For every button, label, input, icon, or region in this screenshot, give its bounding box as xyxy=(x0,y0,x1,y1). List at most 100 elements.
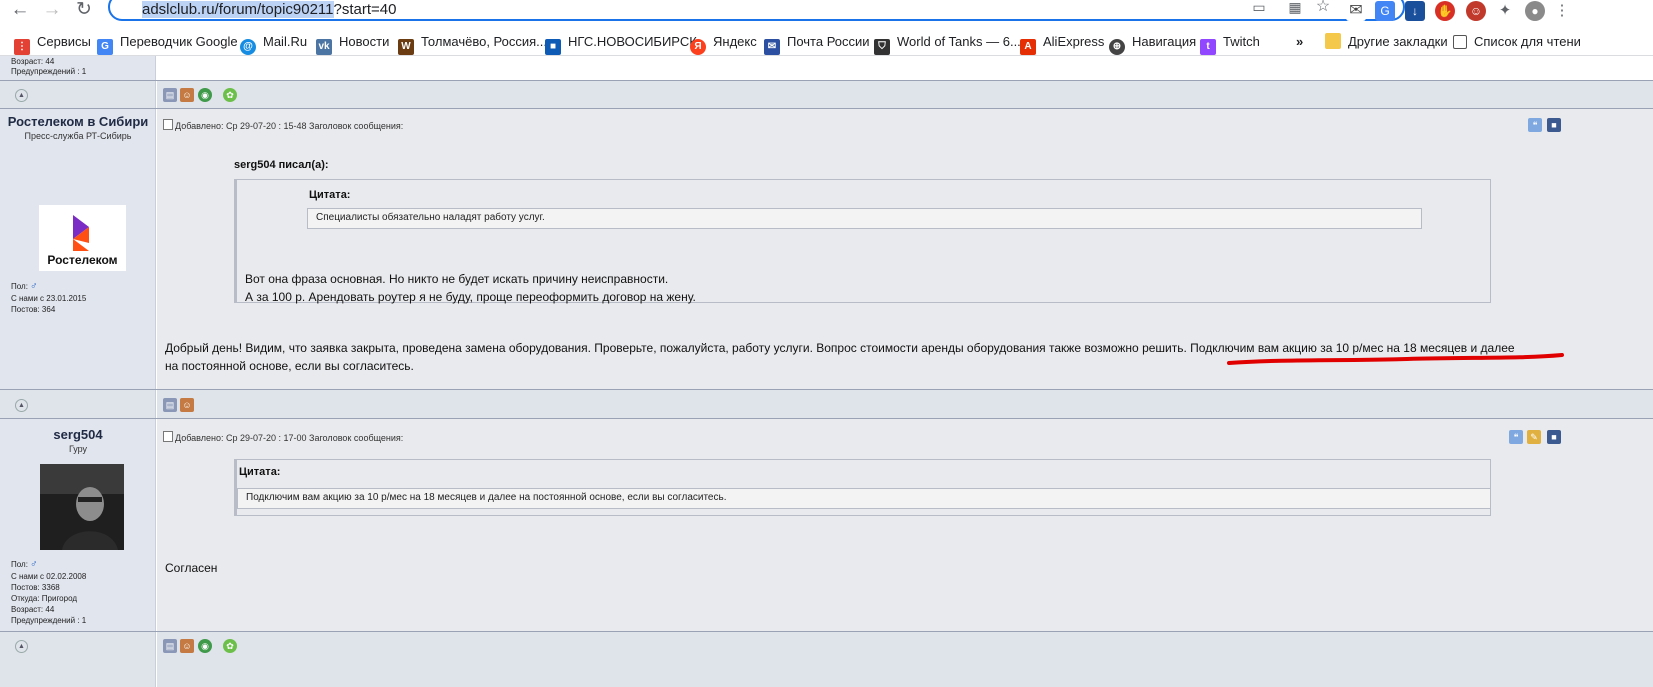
author-age: Возраст: 44 xyxy=(11,605,55,614)
post-author-panel: Ростелеком в Сибири Пресс-служба РТ-Сиби… xyxy=(0,109,156,389)
nested-quote: Специалисты обязательно наладят работу у… xyxy=(307,208,1422,229)
adblock-icon[interactable]: ✋ xyxy=(1435,1,1455,21)
url-highlighted: adslclub.ru/forum/topic90211 xyxy=(142,1,334,18)
weather-icon: W xyxy=(398,39,414,55)
back-to-top-icon[interactable]: ▲ xyxy=(15,89,28,102)
avatar xyxy=(40,464,124,550)
profile-card-icon[interactable]: ▤ xyxy=(163,88,177,102)
profile-card-icon[interactable]: ▤ xyxy=(163,639,177,653)
avatar: Ростелеком xyxy=(39,205,126,271)
icq-icon[interactable]: ✿ xyxy=(223,88,237,102)
quote-block: Цитата: Специалисты обязательно наладят … xyxy=(234,179,1491,304)
url-text[interactable]: adslclub.ru/forum/topic90211?start=40 xyxy=(142,1,396,18)
private-message-icon[interactable]: ☺ xyxy=(180,88,194,102)
website-icon[interactable]: ◉ xyxy=(198,88,212,102)
bookmark-weather[interactable]: W Толмачёво, Россия... xyxy=(398,32,547,55)
forward-arrow-icon[interactable]: → xyxy=(40,0,64,22)
address-bar[interactable]: adslclub.ru/forum/topic90211?start=40 ▭ … xyxy=(108,0,1405,21)
quote-reply-icon[interactable]: ❝ xyxy=(1528,118,1542,132)
forum-page: Возраст: 44 Предупреждений : 1 ▲ ▤ ☺ ◉ ✿… xyxy=(0,56,1653,687)
post-meta: Добавлено: Ср 29-07-20 : 15-48 Заголовок… xyxy=(163,119,403,131)
profile-card-icon[interactable]: ▤ xyxy=(163,398,177,412)
url-rest: ?start=40 xyxy=(333,1,397,18)
male-icon: ♂ xyxy=(30,281,38,292)
author-rank: Пресс-служба РТ-Сибирь xyxy=(24,131,132,141)
icq-icon[interactable]: ✿ xyxy=(223,639,237,653)
back-to-top-icon[interactable]: ▲ xyxy=(15,399,28,412)
mailru-icon: @ xyxy=(240,39,256,55)
post-actions-bar: ▤ ☺ ◉ ✿ xyxy=(157,81,1653,108)
bar-left: ▲ xyxy=(0,81,156,108)
quote-reply-icon[interactable]: ❝ xyxy=(1509,430,1523,444)
edit-post-icon[interactable]: ✎ xyxy=(1527,430,1541,444)
post-actions-bar: ▤ ☺ xyxy=(157,390,1653,418)
menu-dots-icon[interactable]: ⋮ xyxy=(1552,1,1572,21)
post-icon xyxy=(163,119,173,130)
post-body: Согласен xyxy=(165,561,218,575)
bar-left: ▲ xyxy=(0,632,156,687)
extensions-puzzle-icon[interactable]: ✦ xyxy=(1495,1,1515,21)
back-arrow-icon[interactable]: ← xyxy=(8,0,32,22)
reading-list[interactable]: Список для чтени xyxy=(1453,32,1581,52)
download-icon[interactable]: ↓ xyxy=(1405,1,1425,21)
author-name[interactable]: Ростелеком в Сибири xyxy=(0,114,156,129)
previous-user-info: Возраст: 44 Предупреждений : 1 xyxy=(0,56,156,80)
spy-extension-icon[interactable]: ☺ xyxy=(1466,1,1486,21)
bookmark-services[interactable]: ⋮ Сервисы xyxy=(14,32,91,55)
bookmark-world-of-tanks[interactable]: ⛉ World of Tanks — 6... xyxy=(874,32,1021,55)
bookmark-yandex[interactable]: Я Яндекс xyxy=(690,32,757,55)
bookmark-russian-post[interactable]: ✉ Почта России xyxy=(764,32,870,55)
author-name[interactable]: serg504 xyxy=(0,427,156,442)
quote-title: Цитата: xyxy=(239,466,281,478)
author-post-count: Постов: 364 xyxy=(11,305,56,314)
mail-icon[interactable]: ✉ xyxy=(1346,1,1366,21)
bookmark-news[interactable]: vk Новости xyxy=(316,32,389,55)
back-to-top-icon[interactable]: ▲ xyxy=(15,640,28,653)
private-message-icon[interactable]: ☺ xyxy=(180,639,194,653)
bookmark-google-translate[interactable]: G Переводчик Google xyxy=(97,32,238,55)
apps-icon: ⋮ xyxy=(14,39,30,55)
vk-icon: vk xyxy=(316,39,332,55)
ip-info-icon[interactable]: ■ xyxy=(1547,430,1561,444)
bookmarks-overflow[interactable]: » xyxy=(1296,32,1303,52)
bookmark-twitch[interactable]: t Twitch xyxy=(1200,32,1260,55)
previous-user-warnings: Предупреждений : 1 xyxy=(11,67,87,76)
author-rank: Гуру xyxy=(68,444,88,454)
reading-list-icon xyxy=(1453,35,1467,49)
post-author-panel: serg504 Гуру Пол: ♂ С нами с 02.02.2008 … xyxy=(0,419,156,631)
post-icon xyxy=(163,431,173,442)
bookmark-navigation[interactable]: ⊕ Навигация xyxy=(1109,32,1196,55)
navigation-icon: ⊕ xyxy=(1109,39,1125,55)
bar-left: ▲ xyxy=(0,390,156,418)
bookmarks-bar: ⋮ Сервисы G Переводчик Google @ Mail.Ru vk Н… xyxy=(0,28,1653,56)
male-icon: ♂ xyxy=(30,559,38,570)
cast-icon[interactable]: ▭ xyxy=(1250,0,1268,16)
red-underline-annotation xyxy=(1227,353,1564,365)
wot-icon: ⛉ xyxy=(874,39,890,55)
quote-text-line: А за 100 р. Арендовать роутер я не буду,… xyxy=(245,290,696,304)
avatar-photo xyxy=(40,464,124,550)
bookmark-mailru[interactable]: @ Mail.Ru xyxy=(240,32,307,55)
reload-icon[interactable]: ↻ xyxy=(72,0,96,22)
bookmark-other-folder[interactable]: Другие закладки xyxy=(1325,32,1448,52)
author-post-count: Постов: 3368 xyxy=(11,583,60,592)
previous-post-end xyxy=(157,56,1653,80)
translate-icon[interactable]: G xyxy=(1375,1,1395,21)
quote-text-line: Вот она фраза основная. Но никто не буде… xyxy=(245,272,669,286)
website-icon[interactable]: ◉ xyxy=(198,639,212,653)
post-content: Добавлено: Ср 29-07-20 : 17-00 Заголовок… xyxy=(157,419,1653,631)
profile-avatar-icon[interactable]: ● xyxy=(1525,1,1545,21)
folder-icon xyxy=(1325,33,1341,49)
ip-info-icon[interactable]: ■ xyxy=(1547,118,1561,132)
bookmark-ngs[interactable]: ■ НГС.НОВОСИБИРСК xyxy=(545,32,697,55)
post-body-line: на постоянной основе, если вы согласитес… xyxy=(165,359,414,373)
author-warnings: Предупреждений : 1 xyxy=(11,616,87,625)
quote-title: Цитата: xyxy=(309,189,351,201)
browser-toolbar: ← → ↻ adslclub.ru/forum/topic90211?start… xyxy=(0,0,1653,24)
private-message-icon[interactable]: ☺ xyxy=(180,398,194,412)
bookmark-aliexpress[interactable]: A AliExpress xyxy=(1020,32,1104,55)
bookmark-star-icon[interactable]: ☆ xyxy=(1314,0,1332,16)
author-gender: Пол: ♂ xyxy=(11,281,38,292)
post-actions-bar: ▤ ☺ ◉ ✿ xyxy=(157,632,1653,687)
qr-code-icon[interactable]: ▦ xyxy=(1286,0,1304,16)
